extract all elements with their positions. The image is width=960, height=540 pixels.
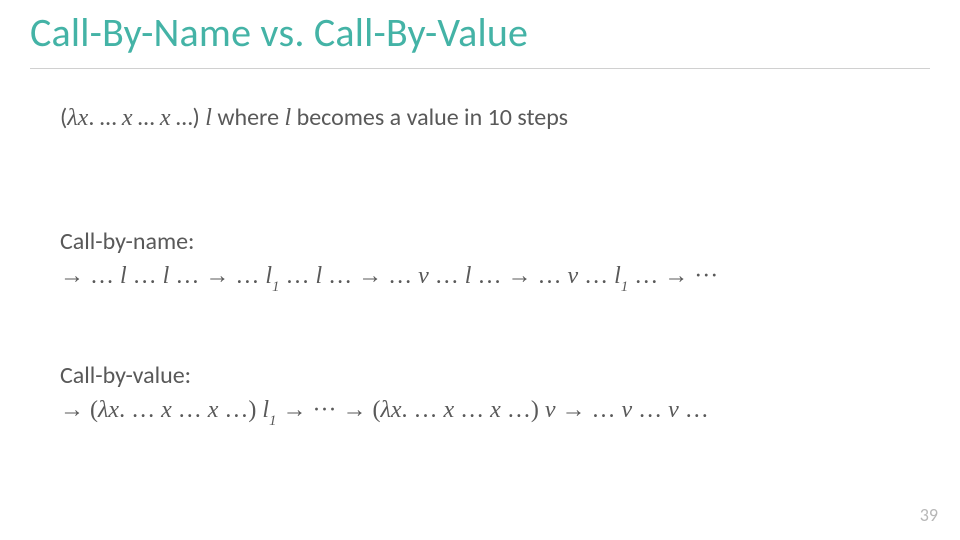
var-x-1: x — [122, 105, 133, 131]
lambda-x: λx — [67, 105, 88, 131]
dots-1: … — [100, 103, 122, 132]
cbn-expression: → … l … l … → … l1 … l … → … v … l … → …… — [60, 260, 900, 295]
cbn-seq: → … l … l … → … l1 … l … → … v … l … → …… — [60, 263, 718, 289]
dots-3: … — [171, 103, 193, 132]
cbv-seq: → (λx. … x … x …) l1 → ··· → (λx. … x … … — [60, 397, 709, 423]
cbv-label: Call-by-value: — [60, 360, 900, 391]
slide-title: Call-By-Name vs. Call-By-Value — [30, 8, 528, 57]
title-divider — [30, 68, 930, 69]
paren-close: ) — [193, 103, 206, 132]
slide: Call-By-Name vs. Call-By-Value (λx. … x … — [0, 0, 960, 540]
where-text: where — [212, 103, 285, 132]
var-x-2: x — [160, 105, 171, 131]
cbv-expression: → (λx. … x … x …) l1 → ··· → (λx. … x … … — [60, 394, 900, 429]
arg-l: l — [205, 105, 212, 131]
intro-line: (λx. … x … x …) l where l becomes a valu… — [60, 102, 900, 134]
page-number: 39 — [920, 504, 938, 526]
cbn-label: Call-by-name: — [60, 226, 900, 257]
intro-rest: becomes a value in 10 steps — [291, 103, 568, 132]
dots-2: … — [132, 103, 159, 132]
dot: . — [88, 103, 99, 132]
